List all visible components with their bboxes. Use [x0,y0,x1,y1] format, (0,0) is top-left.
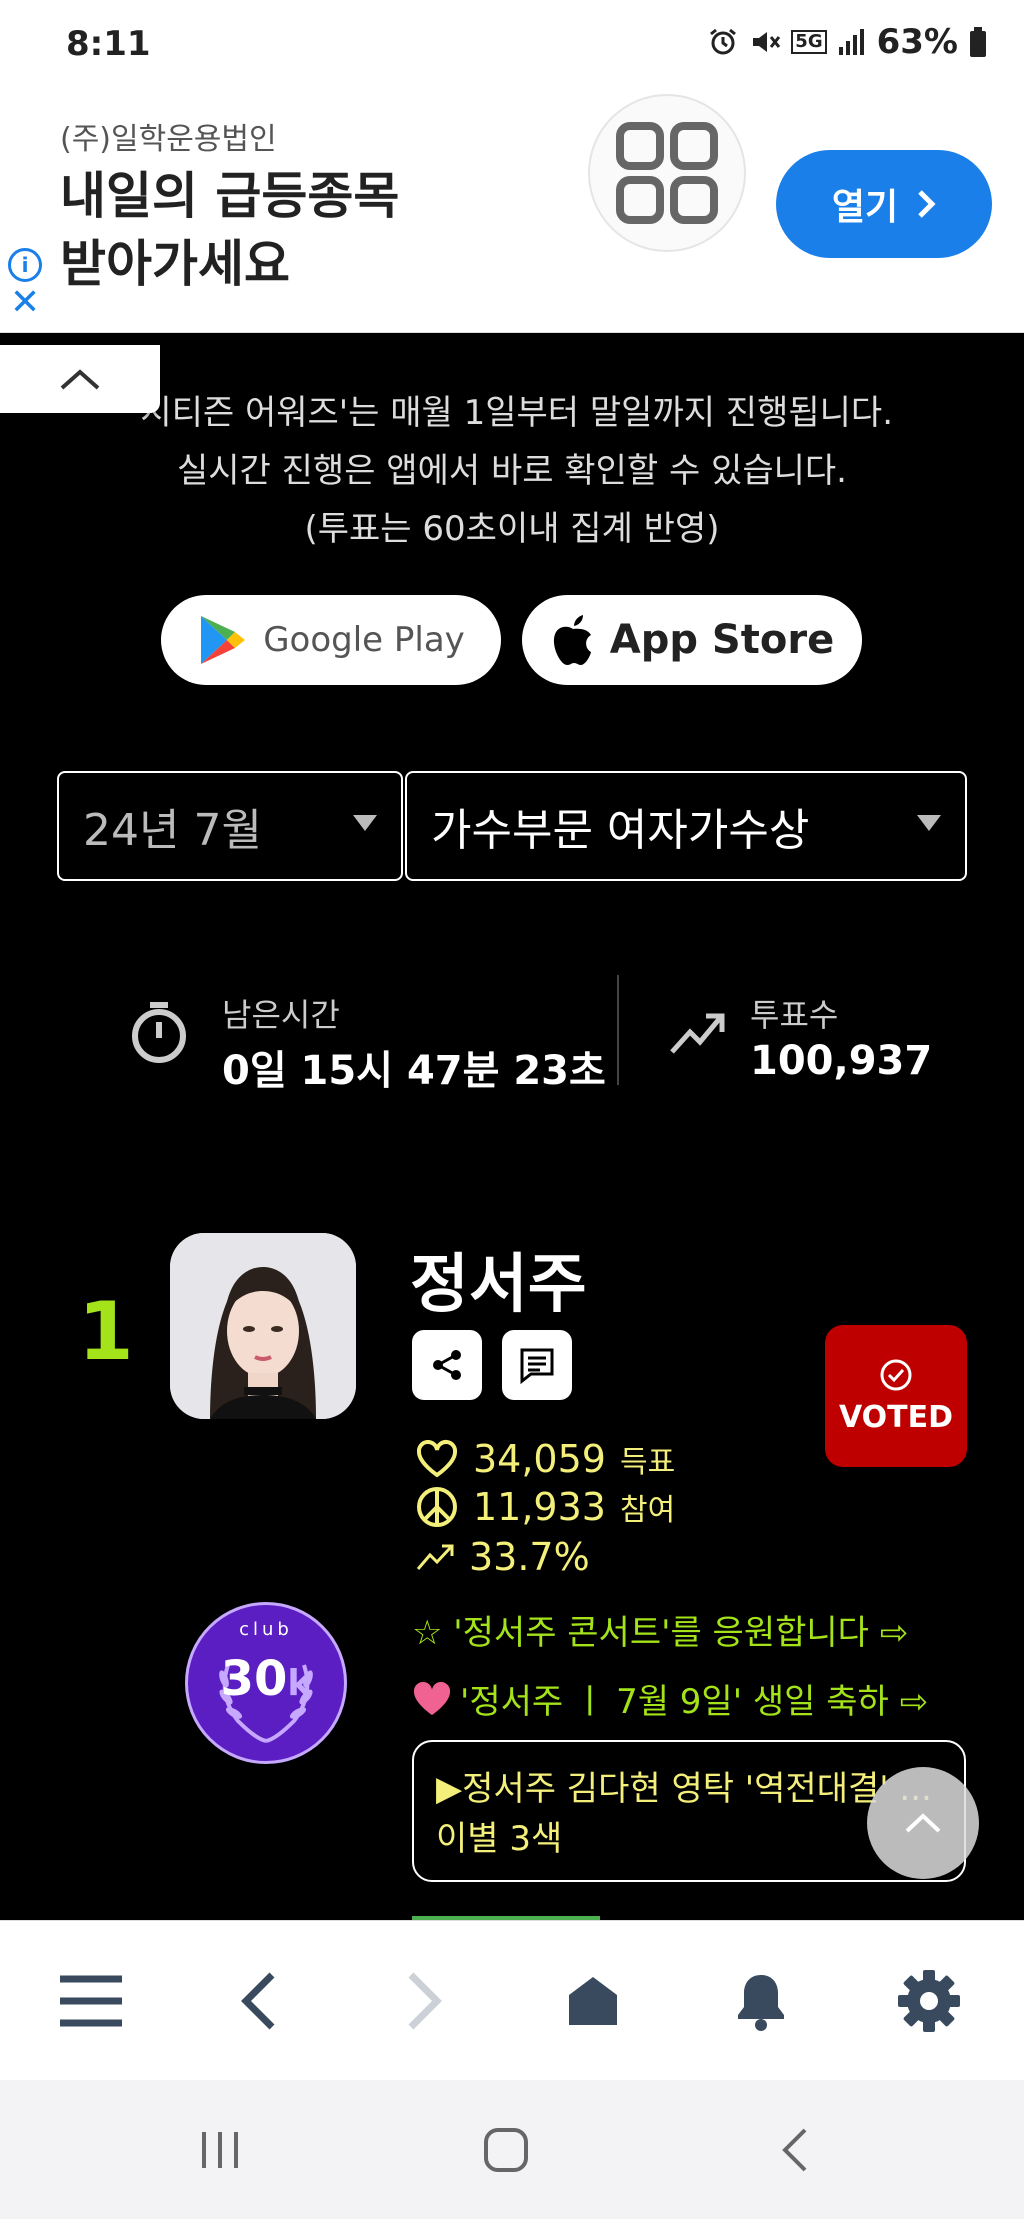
status-bar: 8:11 5G 63% [0,0,1024,82]
category-select[interactable]: 가수부문 여자가수상 [405,771,967,881]
back-system-button[interactable] [734,2080,854,2219]
grid-icon [616,122,718,224]
home-button[interactable] [538,1921,648,2081]
ad-headline-line1: 내일의 급등종목 [60,167,400,225]
news-line-1: ▶정서주 김다현 영탁 '역전대결' ... [436,1769,932,1809]
promo-birthday-link[interactable]: '정서주 ㅣ 7월 9일' 생일 축하 ⇨ [412,1674,928,1723]
rank-number: 1 [78,1285,134,1378]
chevron-up-icon [60,369,100,390]
gear-icon [898,1970,960,2032]
club-unit: k [287,1663,312,1704]
chevron-up-icon [905,1813,941,1833]
notification-button[interactable] [706,1921,816,2081]
promo-birthday-label: '정서주 ㅣ 7월 9일' 생일 축하 ⇨ [460,1682,929,1722]
singer-name: 정서주 [410,1248,587,1322]
status-time: 8:11 [66,24,151,64]
forward-button[interactable] [370,1921,480,2081]
comment-icon [520,1348,554,1385]
club-badge: club 30k [185,1602,347,1764]
google-play-button[interactable]: Google Play [161,595,501,685]
ad-open-button[interactable]: 열기 [776,150,992,258]
votes-unit: 득표 [619,1445,676,1480]
participants-value: 11,933 [473,1485,606,1529]
ad-banner[interactable]: (주)일학운용법인 내일의 급등종목 받아가세요 열기 i ✕ [0,82,1024,333]
remaining-time-value: 0일 15시 47분 23초 [222,1048,606,1094]
participants-metric: 11,933 참여 [415,1485,675,1529]
menu-icon [60,1975,122,2027]
trending-up-icon [416,1544,454,1570]
ad-close-icon[interactable]: ✕ [10,282,40,323]
participants-unit: 참여 [619,1493,676,1528]
remaining-time-label: 남은시간 [222,996,340,1034]
total-votes-value: 100,937 [750,1038,933,1084]
total-votes-label: 투표수 [750,996,839,1034]
voted-badge[interactable]: VOTED [825,1325,967,1467]
votes-value: 34,059 [473,1437,606,1481]
app-store-label: App Store [609,617,835,663]
comment-button[interactable] [502,1330,572,1400]
month-select-value: 24년 7월 [83,805,262,856]
battery-percent: 63% [876,22,958,62]
apple-icon [553,615,591,665]
caret-down-icon [353,815,377,831]
battery-icon [970,27,986,57]
home-icon [569,1977,617,2025]
month-select[interactable]: 24년 7월 [57,771,403,881]
google-play-label: Google Play [263,620,465,660]
collapse-ad-button[interactable] [0,345,160,413]
settings-button[interactable] [874,1921,984,2081]
alarm-icon [710,28,737,55]
ad-app-logo [588,94,746,252]
system-nav-bar [0,2080,1024,2219]
bell-icon [738,1975,784,2031]
back-icon [782,2128,807,2171]
google-play-icon [201,616,246,664]
ad-corp: (주)일학운용법인 [60,122,277,157]
share-value: 33.7% [469,1535,590,1579]
chevron-left-icon [241,1972,275,2030]
ad-headline-line2: 받아가세요 [60,235,290,293]
stats-divider [617,975,619,1085]
ad-headline: 내일의 급등종목 받아가세요 [60,162,399,298]
recent-apps-icon [202,2131,238,2168]
ad-open-label: 열기 [831,187,899,228]
club-value: 30 [220,1651,288,1707]
notice-line-3: (투표는 60초이내 집계 반영) [304,509,720,549]
caret-down-icon [917,815,941,831]
heart-icon [416,1440,458,1478]
status-icons: 5G 63% [707,22,988,62]
menu-button[interactable] [36,1921,146,2081]
portrait-image [170,1233,356,1419]
chevron-right-icon [918,190,936,218]
share-metric: 33.7% [415,1535,590,1579]
mute-icon [753,32,781,52]
timer-icon [132,1002,186,1063]
back-button[interactable] [203,1921,313,2081]
app-store-button[interactable]: App Store [522,595,862,685]
club-label: club [239,1619,293,1640]
heart-icon [413,1681,451,1715]
chevron-right-icon [408,1972,442,2030]
home-circle-icon [484,2127,528,2172]
singer-avatar[interactable] [170,1233,356,1419]
peace-icon [417,1487,457,1527]
ad-info-icon[interactable]: i [8,248,42,282]
home-system-button[interactable] [446,2080,566,2219]
share-button[interactable] [412,1330,482,1400]
share-icon [433,1350,461,1380]
promo-concert-link[interactable]: ☆ '정서주 콘서트'를 응원합니다 ⇨ [412,1605,908,1654]
scroll-top-button[interactable] [867,1767,979,1879]
trending-up-icon [670,1013,725,1054]
check-circle-icon [880,1359,912,1390]
notice-line-2: 실시간 진행은 앱에서 바로 확인할 수 있습니다. [177,451,847,491]
category-select-value: 가수부문 여자가수상 [431,805,810,856]
signal-icon [838,29,864,55]
recent-apps-button[interactable] [160,2080,280,2219]
votes-metric: 34,059 득표 [415,1437,675,1481]
network-icon: 5G [791,30,827,54]
voted-label: VOTED [838,1399,954,1435]
bottom-nav [0,1920,1024,2081]
